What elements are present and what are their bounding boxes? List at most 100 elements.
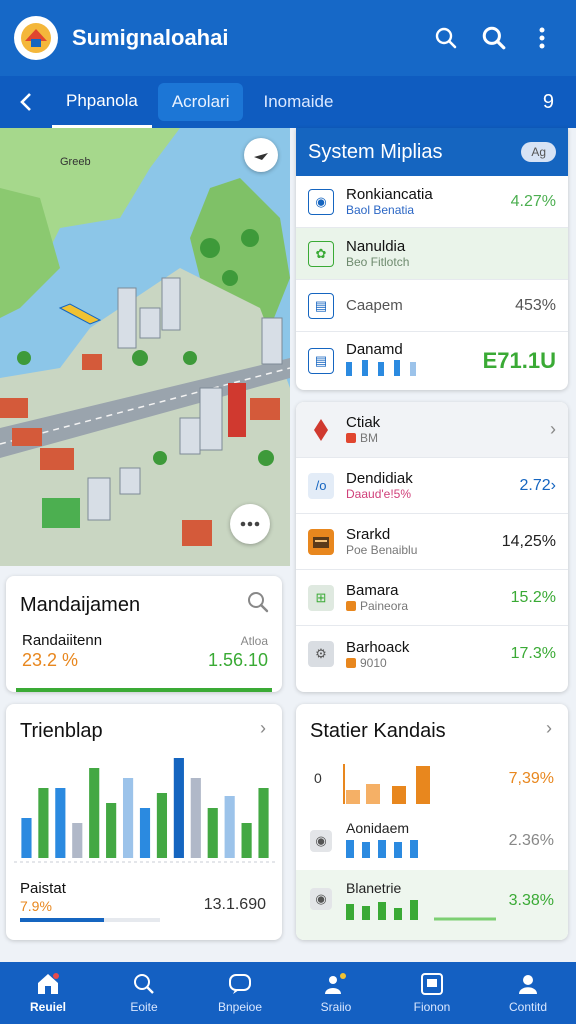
list-item-value: 14,25% [501,532,556,550]
nav-sraiio[interactable]: Sraiio [288,962,384,1024]
system-row[interactable]: ▤ Danamd E71.1U [296,332,568,390]
chart-bar [72,823,83,858]
people-icon [325,973,346,994]
statier-row-bars [343,764,430,804]
statier-row-left: 0 [314,770,322,786]
tab-acrolari[interactable]: Acrolari [157,83,244,121]
system-badge[interactable]: Ag [521,142,556,162]
statier-row-value: 7,39% [508,770,554,787]
chevron-right-icon[interactable]: › [546,718,552,739]
chart-icon: ▤ [308,292,334,319]
statier-row-name: Aonidaem [346,820,410,836]
chart-bar [89,768,100,858]
system-row-sub: Baol Benatia [346,203,415,217]
nav-label: Sraiio [320,1000,352,1014]
trend-bar-chart [14,758,276,863]
leaf-icon: ✿ [308,240,334,267]
list-item-sub: Paineora [360,599,409,613]
map-illustration [0,128,290,566]
nav-label: Bnpeioe [217,1000,263,1014]
list-item-value: 17.3% [510,645,556,662]
manda-title: Mandaijamen [20,594,141,616]
system-row[interactable]: ✿ Nanuldia Beo Fitlotch [296,228,568,280]
trend-card[interactable]: Trienblap › Paistat 7.9% 13.1.690 [6,704,282,940]
nav-reuiel[interactable]: Reuiel [0,962,96,1024]
chart-bar [224,796,235,858]
chart-bar [122,778,134,858]
list-item-sub: Poe Benaiblu [346,543,418,557]
chat-icon [229,974,251,994]
chart-bar [207,808,218,858]
app-bar: Sumignaloahai [0,0,576,76]
trend-progress-fill [20,918,104,922]
diamond-icon [308,417,334,443]
record-icon: ◉ [310,888,332,910]
nav-bnpeioe[interactable]: Bnpeioe [192,962,288,1024]
statier-panel[interactable]: Statier Kandais › 0 7,39% ◉ Aonidaem 2.3… [296,704,568,940]
nav-eoite[interactable]: Eoite [96,962,192,1024]
statier-row-value: 2.36% [508,832,554,849]
manda-progress-fill [16,688,272,692]
list-item-name: Bamara [346,582,399,599]
grid-icon: ⊞ [308,584,334,611]
bottom-navigation: Reuiel Eoite Bnpeioe Sraiio Fionon Conti… [0,962,576,1024]
city-map[interactable]: Greeb [0,128,290,566]
chevron-right-icon[interactable]: › [260,718,266,739]
chart-bar [139,808,151,858]
chart-bar [21,818,32,858]
nav-contitd[interactable]: Contitd [480,962,576,1024]
trend-bottom-pct: 7.9% [20,898,52,914]
tag-icon [346,601,356,611]
list-item[interactable]: Ctiak BM › [296,402,568,458]
trend-bottom-value: 13.1.690 [203,896,266,913]
list-item[interactable]: Srarkd Poe Benaiblu 14,25% [296,514,568,570]
nav-label: Contitd [508,1000,548,1014]
tab-phpanola[interactable]: Phpanola [52,76,152,128]
chart-bar [173,758,184,858]
compass-icon[interactable] [244,138,278,172]
chart-bar [241,823,252,858]
nav-fionon[interactable]: Fionon [384,962,480,1024]
more-vert-icon[interactable] [522,18,562,58]
list-item-name: Srarkd [346,526,391,543]
manda-progress-track [16,688,272,692]
system-row[interactable]: ◉ Ronkiancatia Baol Benatia 4.27% [296,176,568,228]
list-item-sub: BM [360,431,378,445]
chart-bar [55,788,66,858]
chart-bar [258,788,269,858]
statier-row-name: Blanetrie [346,880,402,896]
chevron-right-icon[interactable]: › [550,419,556,440]
tab-bar: Phpanola Acrolari Inomaide 9 [0,76,576,128]
system-row-name: Nanuldia [346,238,406,255]
list-item-value: 2.72› [519,476,556,494]
search-icon [134,974,154,994]
system-row-name: Caapem [346,297,403,314]
tag-icon [346,433,356,443]
nav-label: Eoite [130,1000,158,1014]
back-arrow-icon[interactable] [0,76,52,128]
system-row[interactable]: ▤ Caapem 453% [296,280,568,332]
list-item[interactable]: ⚙ Barhoack 9010 17.3% [296,626,568,682]
chart-bar [156,793,168,858]
manda-card[interactable]: Mandaijamen Randaiitenn 23.2 % Atloa 1.5… [6,576,282,692]
more-horiz-icon[interactable] [230,504,270,544]
system-header: System Miplias Ag [296,128,568,176]
statier-row-bars [346,900,496,921]
map-place-label: Greeb [60,156,91,168]
chart-icon: ▤ [308,348,334,374]
system-mini-bars [346,360,416,376]
record-icon: ◉ [310,830,332,852]
tab-inomaide[interactable]: Inomaide [249,76,347,128]
system-panel: System Miplias Ag ◉ Ronkiancatia Baol Ben… [296,128,568,390]
settings-icon: ⚙ [308,641,334,667]
app-logo [14,16,58,60]
statier-row-value: 3.38% [508,892,554,909]
search-icon[interactable] [474,18,514,58]
globe-icon: ◉ [308,188,334,215]
list-item[interactable]: /o Dendidiak Daaud'e!5% 2.72› [296,458,568,514]
search-icon[interactable] [426,18,466,58]
list-item-name: Barhoack [346,638,410,656]
list-item[interactable]: ⊞ Bamara Paineora 15.2% [296,570,568,626]
search-icon[interactable] [246,590,270,619]
manda-label: Randaiitenn [22,632,103,649]
